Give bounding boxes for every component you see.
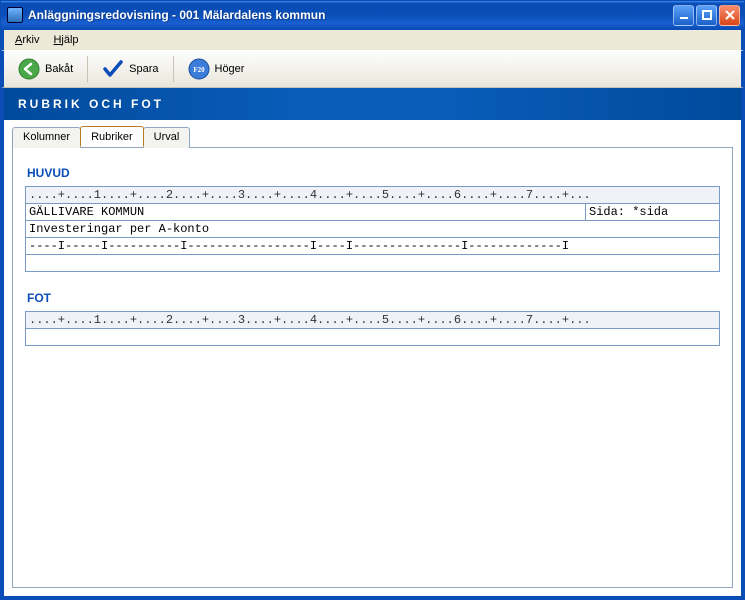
tab-strip: Kolumner Rubriker Urval	[4, 120, 741, 147]
banner-title: RUBRIK OCH FOT	[18, 97, 164, 111]
main-area: Kolumner Rubriker Urval HUVUD ....+....1…	[1, 120, 744, 599]
f20-icon: F20	[188, 58, 210, 80]
back-button[interactable]: Bakåt	[10, 55, 81, 83]
menu-arkiv[interactable]: Arkiv	[8, 32, 46, 48]
tab-panel: HUVUD ....+....1....+....2....+....3....…	[12, 147, 733, 588]
next-label: Höger	[215, 63, 245, 75]
menubar: Arkiv Hjälp	[1, 30, 744, 50]
window-title: Anläggningsredovisning - 001 Mälardalens…	[28, 8, 673, 22]
next-button[interactable]: F20 Höger	[180, 55, 253, 83]
close-icon	[724, 9, 736, 21]
back-label: Bakåt	[45, 63, 73, 75]
huvud-row-1[interactable]	[25, 220, 720, 238]
toolbar-separator	[87, 56, 88, 82]
huvud-row-0-left[interactable]	[25, 203, 585, 221]
page-banner: RUBRIK OCH FOT	[1, 88, 744, 120]
huvud-ruler: ....+....1....+....2....+....3....+....4…	[25, 186, 720, 204]
back-icon	[18, 58, 40, 80]
checkmark-icon	[102, 58, 124, 80]
tab-urval[interactable]: Urval	[143, 127, 191, 148]
huvud-title: HUVUD	[27, 166, 720, 180]
titlebar: Anläggningsredovisning - 001 Mälardalens…	[1, 1, 744, 30]
fot-row-0[interactable]	[25, 328, 720, 346]
app-window: Anläggningsredovisning - 001 Mälardalens…	[0, 0, 745, 600]
minimize-icon	[678, 9, 690, 21]
maximize-button[interactable]	[696, 5, 717, 26]
toolbar: Bakåt Spara F20 Höger	[1, 50, 744, 88]
tab-rubriker[interactable]: Rubriker	[80, 126, 144, 147]
window-controls	[673, 5, 740, 26]
tab-kolumner[interactable]: Kolumner	[12, 127, 81, 148]
minimize-button[interactable]	[673, 5, 694, 26]
huvud-row-0-right[interactable]	[585, 203, 720, 221]
save-button[interactable]: Spara	[94, 55, 166, 83]
menu-hjalp[interactable]: Hjälp	[46, 32, 85, 48]
huvud-row-0	[25, 203, 720, 220]
close-button[interactable]	[719, 5, 740, 26]
fot-ruler: ....+....1....+....2....+....3....+....4…	[25, 311, 720, 329]
app-icon	[7, 7, 23, 23]
fot-title: FOT	[27, 291, 720, 305]
huvud-row-2[interactable]	[25, 237, 720, 255]
huvud-row-3[interactable]	[25, 254, 720, 272]
save-label: Spara	[129, 63, 158, 75]
fot-group: FOT ....+....1....+....2....+....3....+.…	[25, 291, 720, 345]
toolbar-separator	[173, 56, 174, 82]
huvud-group: HUVUD ....+....1....+....2....+....3....…	[25, 166, 720, 271]
svg-text:F20: F20	[193, 66, 205, 74]
maximize-icon	[701, 9, 713, 21]
